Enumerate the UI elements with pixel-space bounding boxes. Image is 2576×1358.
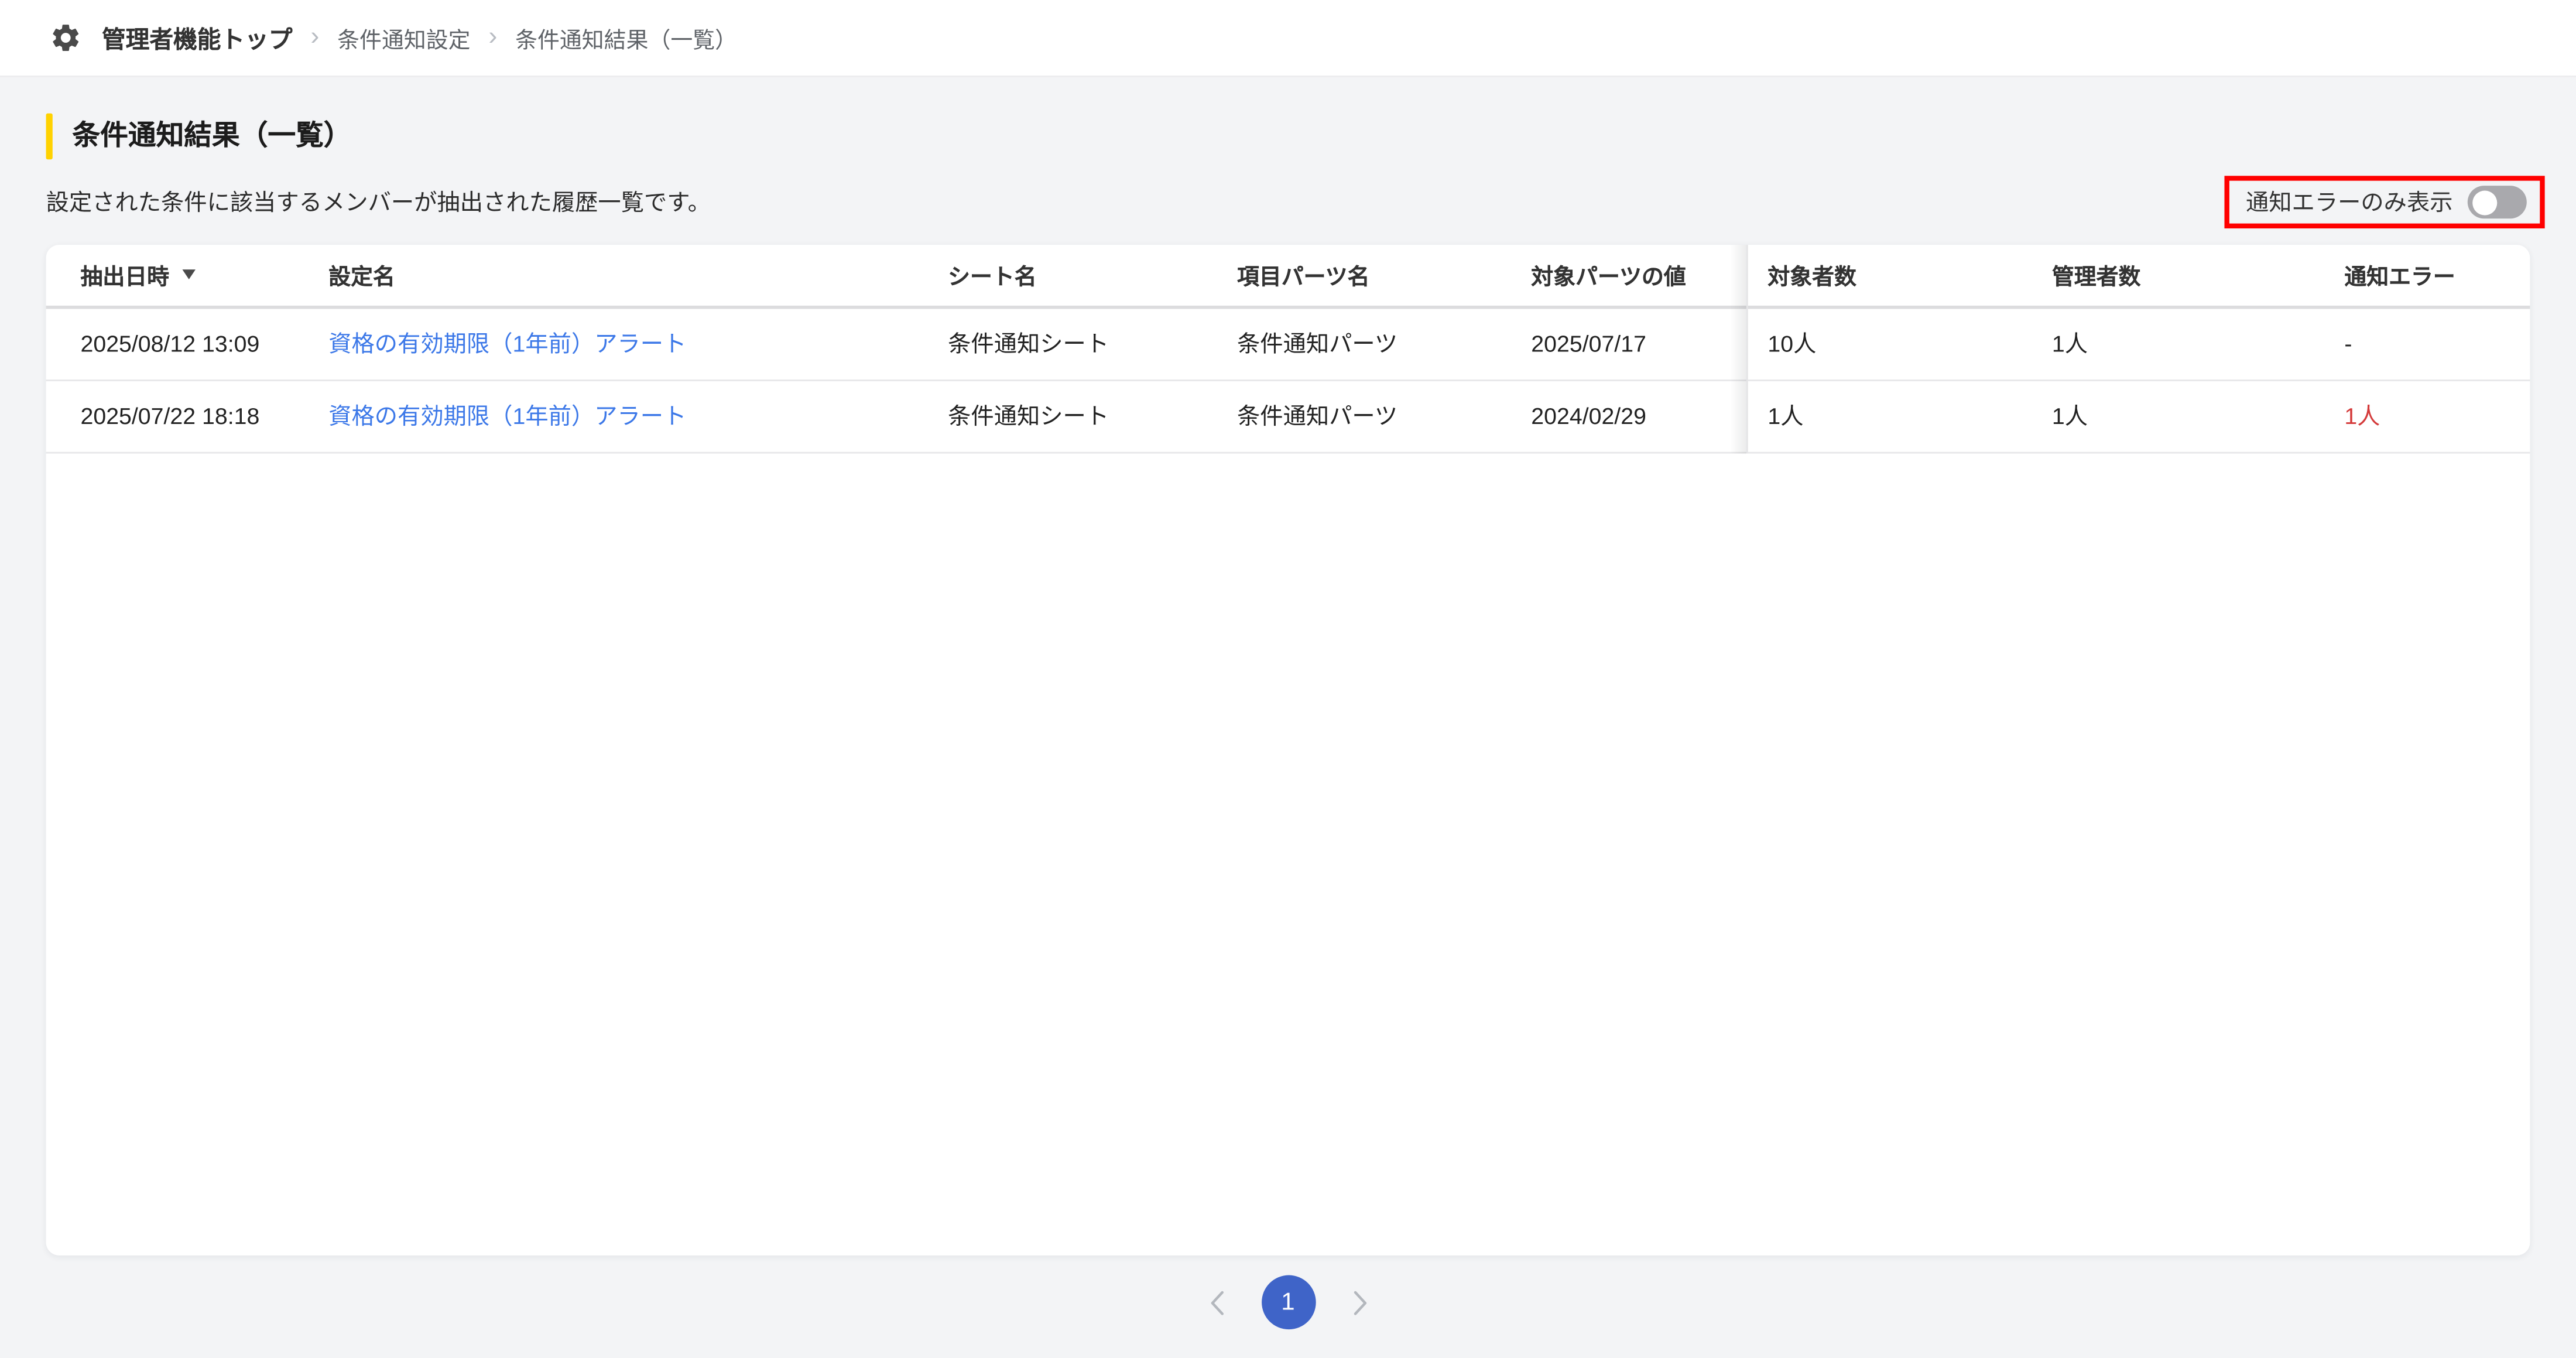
table-row: 2025/07/22 18:18 資格の有効期限（1年前）アラート 条件通知シー… — [46, 381, 2530, 453]
breadcrumb-item-current: 条件通知結果（一覧） — [515, 21, 737, 54]
topbar: 管理者機能トップ › 条件通知設定 › 条件通知結果（一覧） — [0, 0, 2576, 77]
cell-sheet-name: 条件通知シート — [948, 327, 1237, 360]
results-card: 抽出日時 設定名 シート名 項目パーツ名 対象パーツの値 対象者数 管理者数 通… — [46, 245, 2530, 1256]
current-page-button[interactable]: 1 — [1261, 1275, 1316, 1330]
table-header-row: 抽出日時 設定名 シート名 項目パーツ名 対象パーツの値 対象者数 管理者数 通… — [46, 245, 2530, 308]
description-row: 設定された条件に該当するメンバーが抽出された履歴一覧です。 通知エラーのみ表示 — [46, 176, 2530, 228]
cell-part-name: 条件通知パーツ — [1237, 399, 1531, 432]
column-header-part-value: 対象パーツの値 — [1531, 258, 1746, 291]
cell-part-value: 2025/07/17 — [1531, 330, 1746, 357]
page-title: 条件通知結果（一覧） — [72, 114, 351, 160]
column-header-sheet-name: シート名 — [948, 258, 1237, 291]
cell-target-count: 10人 — [1746, 327, 2052, 360]
column-header-notify-error: 通知エラー — [2344, 258, 2530, 291]
cell-admin-count: 1人 — [2052, 327, 2344, 360]
previous-page-icon[interactable] — [1207, 1288, 1227, 1318]
setting-name-link[interactable]: 資格の有効期限（1年前）アラート — [328, 330, 686, 357]
sort-descending-icon — [182, 270, 195, 280]
cell-extracted-at: 2025/08/12 13:09 — [80, 330, 328, 357]
page-title-row: 条件通知結果（一覧） — [46, 114, 2530, 160]
title-accent-bar — [46, 114, 53, 160]
table-row: 2025/08/12 13:09 資格の有効期限（1年前）アラート 条件通知シー… — [46, 308, 2530, 380]
column-header-admin-count: 管理者数 — [2052, 258, 2344, 291]
cell-extracted-at: 2025/07/22 18:18 — [80, 402, 328, 429]
annotation-highlight-box: 通知エラーのみ表示 — [2224, 176, 2544, 228]
cell-part-name: 条件通知パーツ — [1237, 327, 1531, 360]
cell-sheet-name: 条件通知シート — [948, 399, 1237, 432]
setting-name-link[interactable]: 資格の有効期限（1年前）アラート — [328, 402, 686, 429]
screen: 管理者機能トップ › 条件通知設定 › 条件通知結果（一覧） 条件通知結果（一覧… — [0, 0, 2576, 1358]
column-header-setting-name: 設定名 — [328, 258, 948, 291]
toggle-knob-icon — [2472, 190, 2496, 214]
page-description: 設定された条件に該当するメンバーが抽出された履歴一覧です。 — [46, 186, 711, 218]
breadcrumb-item-settings[interactable]: 条件通知設定 — [337, 21, 470, 54]
cell-admin-count: 1人 — [2052, 399, 2344, 432]
next-page-icon[interactable] — [1349, 1288, 1369, 1318]
error-only-toggle-label: 通知エラーのみ表示 — [2246, 186, 2453, 218]
breadcrumb-root[interactable]: 管理者機能トップ — [102, 20, 293, 55]
error-only-toggle[interactable] — [2468, 186, 2527, 218]
gear-icon — [49, 21, 82, 54]
column-header-extracted-at[interactable]: 抽出日時 — [80, 258, 328, 291]
breadcrumb-separator-icon: › — [310, 25, 319, 51]
column-divider — [1746, 245, 1748, 453]
cell-target-count: 1人 — [1746, 399, 2052, 432]
breadcrumb-separator-icon: › — [488, 25, 497, 51]
notify-error-count-link[interactable]: 1人 — [2344, 402, 2380, 429]
cell-part-value: 2024/02/29 — [1531, 402, 1746, 429]
cell-notify-error: - — [2344, 330, 2530, 357]
column-header-target-count: 対象者数 — [1746, 258, 2052, 291]
main-content: 条件通知結果（一覧） 設定された条件に該当するメンバーが抽出された履歴一覧です。… — [0, 114, 2576, 1330]
pagination: 1 — [46, 1275, 2530, 1330]
column-header-part-name: 項目パーツ名 — [1237, 258, 1531, 291]
